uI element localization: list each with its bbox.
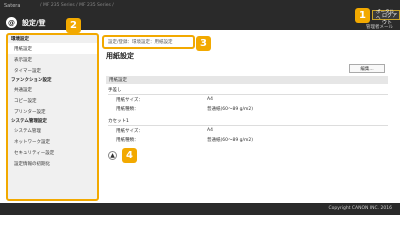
sidebar-item-network-settings[interactable]: ネットワーク設定 <box>8 136 97 147</box>
home-logo-icon[interactable]: @ <box>6 17 17 28</box>
sidebar-item-display-settings[interactable]: 表示設定 <box>8 54 97 65</box>
sidebar-heading-system: システム管理設定 <box>11 119 47 124</box>
group-title-manual-feed: 手差し <box>108 88 122 93</box>
footer: Copyright CANON INC. 2016 <box>0 203 400 215</box>
paper-type-label: 用紙種類： <box>116 138 139 143</box>
paper-type-value: 普通紙(60～89 g/m2) <box>207 107 254 112</box>
sidebar-item-timer-settings[interactable]: タイマー設定 <box>8 65 97 76</box>
top-bar: Satera / MF 235 Series / MF 235 Series /… <box>0 0 400 30</box>
title-row: @ 設定/登 <box>6 17 46 28</box>
sidebar-item-reset-settings[interactable]: 設定情報の初期化 <box>8 158 97 169</box>
scroll-to-top-icon[interactable]: ▲ <box>108 151 117 160</box>
paper-size-label: 用紙サイズ： <box>116 98 143 103</box>
sidebar-item-system-management[interactable]: システム管理 <box>8 125 97 136</box>
paper-type-value: 普通紙(60～89 g/m2) <box>207 138 254 143</box>
callout-badge-1: 1 <box>355 8 370 23</box>
paper-size-label: 用紙サイズ： <box>116 129 143 134</box>
sidebar-heading-environment: 環境設定 <box>11 37 29 42</box>
settings-sidebar: 環境設定 用紙設定 表示設定 タイマー設定 ファンクション設定 共通設定 コピー… <box>6 33 99 201</box>
edit-button[interactable]: 編集... <box>349 64 385 73</box>
main-content: 設定/登録：環境設定：用紙設定 用紙設定 編集... 用紙設定 手差し 用紙サイ… <box>102 33 392 201</box>
page-heading: 設定/登 <box>22 18 46 27</box>
paper-size-value: A4 <box>207 97 213 102</box>
page-title: 用紙設定 <box>106 52 134 60</box>
sidebar-item-printer-settings[interactable]: プリンター設定 <box>8 106 97 117</box>
section-header: 用紙設定 <box>106 76 388 84</box>
sidebar-item-copy-settings[interactable]: コピー設定 <box>8 95 97 106</box>
sidebar-item-paper-settings[interactable]: 用紙設定 <box>8 43 97 54</box>
breadcrumb: 設定/登録：環境設定：用紙設定 <box>102 35 195 49</box>
divider <box>108 94 388 95</box>
sidebar-item-security-settings[interactable]: セキュリティー設定 <box>8 147 97 158</box>
sidebar-heading-function: ファンクション設定 <box>11 78 52 83</box>
admin-mail-link[interactable]: 管理者メール <box>366 24 393 30</box>
sidebar-item-common-settings[interactable]: 共通設定 <box>8 84 97 95</box>
copyright-text: Copyright CANON INC. 2016 <box>328 206 393 211</box>
brand-name: Satera <box>4 3 21 9</box>
group-title-cassette-1: カセット1 <box>108 119 129 124</box>
callout-badge-4: 4 <box>122 148 137 163</box>
divider <box>108 125 388 126</box>
callout-badge-3: 3 <box>196 36 211 51</box>
paper-type-label: 用紙種類： <box>116 107 139 112</box>
callout-badge-2: 2 <box>66 18 81 33</box>
device-breadcrumb: / MF 235 Series / MF 235 Series / <box>40 3 114 8</box>
paper-size-value: A4 <box>207 128 213 133</box>
